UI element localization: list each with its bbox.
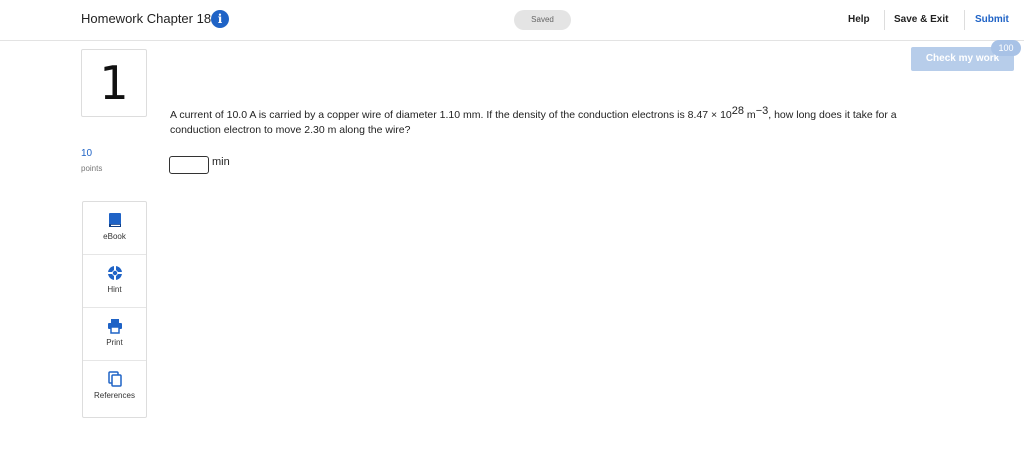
tool-ebook[interactable]: eBook — [83, 202, 146, 255]
top-bar: Homework Chapter 18 i Saved Help Save & … — [0, 0, 1024, 41]
info-icon[interactable]: i — [211, 10, 229, 28]
question-number: 1 — [99, 56, 129, 110]
lifebuoy-icon — [107, 265, 123, 281]
tools-panel: eBook Hint Print References — [82, 201, 147, 418]
save-exit-button[interactable]: Save & Exit — [894, 14, 948, 25]
tool-references[interactable]: References — [83, 361, 146, 417]
documents-icon — [108, 371, 122, 387]
printer-icon — [108, 319, 122, 334]
question-text: A current of 10.0 A is carried by a copp… — [170, 105, 930, 138]
header-divider — [964, 10, 965, 30]
check-count-badge: 100 — [991, 40, 1021, 56]
tool-label: Hint — [107, 285, 122, 294]
book-icon — [109, 213, 121, 227]
header-divider — [884, 10, 885, 30]
tool-print[interactable]: Print — [83, 308, 146, 361]
exponent: 28 — [731, 105, 745, 117]
points-label: points — [81, 164, 103, 173]
question-text-part: A current of 10.0 A is carried by a copp… — [170, 109, 732, 121]
points-value: 10 — [81, 148, 93, 159]
tool-hint[interactable]: Hint — [83, 255, 146, 308]
tool-label: eBook — [103, 232, 126, 241]
assignment-title: Homework Chapter 18 — [81, 11, 212, 26]
submit-button[interactable]: Submit — [975, 14, 1009, 25]
tool-label: Print — [106, 338, 123, 347]
question-number-box: 1 — [81, 49, 147, 117]
tool-label: References — [94, 391, 135, 400]
answer-unit-label: min — [212, 156, 230, 168]
unit-text: m — [744, 109, 756, 121]
exponent: −3 — [755, 105, 769, 117]
answer-input[interactable] — [169, 156, 209, 174]
help-button[interactable]: Help — [848, 14, 870, 25]
saved-status-badge: Saved — [514, 10, 571, 30]
